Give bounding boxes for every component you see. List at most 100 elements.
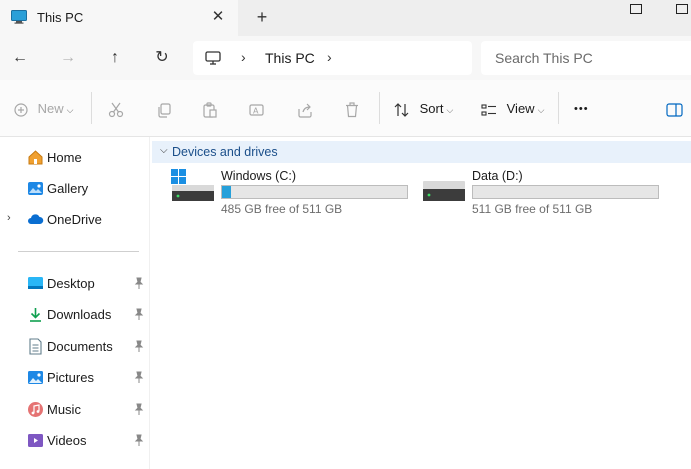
details-pane-icon <box>666 102 683 117</box>
sidebar-item-documents[interactable]: Documents <box>0 335 150 359</box>
share-icon <box>298 103 312 118</box>
gallery-icon <box>28 182 43 195</box>
drive-free-space: 485 GB free of 511 GB <box>221 202 343 216</box>
title-bar: This PC ✕ + <box>0 0 691 36</box>
drive-name: Windows (C:) <box>221 169 297 183</box>
share-button[interactable] <box>297 98 313 120</box>
onedrive-icon <box>28 214 44 224</box>
drive-usage-fill <box>222 186 232 198</box>
address-bar[interactable]: › This PC › <box>193 41 472 75</box>
download-icon <box>30 308 41 322</box>
documents-icon <box>29 338 42 355</box>
sidebar-item-pictures[interactable]: Pictures <box>0 366 150 390</box>
sort-button[interactable]: Sort ⌵ <box>394 98 453 120</box>
sidebar-item-videos[interactable]: Videos <box>0 429 150 453</box>
back-icon[interactable]: ← <box>8 46 32 70</box>
tab-this-pc[interactable]: This PC ✕ <box>0 0 238 36</box>
drive-usage-bar <box>221 185 408 199</box>
sidebar-item-label: OneDrive <box>47 212 102 227</box>
drive-usage-bar <box>472 185 659 199</box>
pin-icon <box>134 308 144 320</box>
plus-icon <box>14 102 28 117</box>
videos-icon <box>28 434 43 447</box>
hard-drive-icon <box>423 181 465 201</box>
monitor-icon <box>205 51 221 65</box>
svg-text:A: A <box>253 106 259 115</box>
drive-name: Data (D:) <box>472 169 523 183</box>
new-tab-icon[interactable]: + <box>252 7 272 27</box>
breadcrumb-separator-icon[interactable]: › <box>327 49 332 65</box>
view-label: View <box>506 101 535 116</box>
cut-button[interactable] <box>108 98 124 120</box>
pin-icon <box>134 340 144 352</box>
sidebar-item-onedrive[interactable]: › OneDrive <box>0 208 150 232</box>
sidebar-item-label: Pictures <box>47 370 94 385</box>
minimize-window-icon[interactable] <box>630 4 642 14</box>
view-button[interactable]: View ⌵ <box>481 98 544 120</box>
this-pc-icon <box>11 10 27 24</box>
refresh-icon[interactable]: ↻ <box>150 46 174 70</box>
search-placeholder: Search This PC <box>495 50 593 66</box>
windows-drive-icon <box>171 169 214 201</box>
sort-icon <box>394 102 409 117</box>
drive-tile-c[interactable]: Windows (C:) 485 GB free of 511 GB <box>170 167 420 219</box>
rename-button[interactable]: A <box>249 98 265 120</box>
sidebar-item-music[interactable]: Music <box>0 398 150 422</box>
group-header-label: Devices and drives <box>172 145 278 159</box>
sidebar-item-label: Gallery <box>47 181 89 196</box>
sidebar-item-label: Documents <box>47 339 113 354</box>
sort-label: Sort <box>419 101 444 116</box>
pin-icon <box>134 403 144 415</box>
toolbar-divider <box>379 92 380 124</box>
up-icon[interactable]: ↑ <box>103 46 127 70</box>
music-icon <box>28 402 43 417</box>
sidebar-divider <box>18 251 139 252</box>
copy-button[interactable] <box>156 98 172 120</box>
delete-icon <box>346 101 358 117</box>
drive-tile-d[interactable]: Data (D:) 511 GB free of 511 GB <box>421 167 671 219</box>
file-content-pane: ⌵ Devices and drives Windows (C:) 485 GB… <box>150 137 691 469</box>
rename-icon: A <box>249 103 264 116</box>
pin-icon <box>134 371 144 383</box>
sidebar-item-label: Videos <box>47 433 87 448</box>
home-icon <box>28 150 43 165</box>
sidebar-item-gallery[interactable]: Gallery <box>0 177 150 201</box>
command-bar: New ⌵ A Sort ⌵ View ⌵ ••• <box>0 80 691 137</box>
paste-icon <box>203 101 217 118</box>
pin-icon <box>134 277 144 289</box>
sidebar-item-downloads[interactable]: Downloads <box>0 303 150 327</box>
sidebar-item-desktop[interactable]: Desktop <box>0 272 150 296</box>
toolbar-divider <box>91 92 92 124</box>
delete-button[interactable] <box>344 98 360 120</box>
group-header-devices[interactable]: ⌵ Devices and drives <box>152 141 691 163</box>
sidebar-item-label: Music <box>47 402 81 417</box>
new-label: New <box>37 101 64 116</box>
sidebar-item-home[interactable]: Home <box>0 146 150 170</box>
more-icon[interactable]: ••• <box>574 98 589 120</box>
pin-icon <box>134 434 144 446</box>
details-pane-button[interactable] <box>666 98 683 120</box>
breadcrumb-this-pc[interactable]: This PC <box>265 50 315 66</box>
tab-title: This PC <box>37 10 84 25</box>
new-button[interactable]: New ⌵ <box>14 98 73 120</box>
view-icon <box>481 104 496 116</box>
breadcrumb-separator-icon[interactable]: › <box>241 49 246 65</box>
sidebar-item-label: Downloads <box>47 307 112 322</box>
navigation-pane: Home Gallery › OneDrive Desktop Download… <box>0 137 150 469</box>
search-input[interactable]: Search This PC <box>481 41 691 75</box>
address-row: ← → ↑ ↻ › This PC › Search This PC <box>0 36 691 80</box>
copy-icon <box>158 102 171 118</box>
drive-free-space: 511 GB free of 511 GB <box>472 202 593 216</box>
toolbar-divider <box>558 92 559 124</box>
forward-icon[interactable]: → <box>56 46 80 70</box>
sidebar-item-label: Desktop <box>47 276 95 291</box>
sidebar-item-label: Home <box>47 150 82 165</box>
close-tab-icon[interactable]: ✕ <box>208 7 228 27</box>
collapse-chevron-icon[interactable]: ⌵ <box>160 145 168 156</box>
maximize-window-icon[interactable] <box>676 4 688 14</box>
desktop-icon <box>28 277 43 289</box>
pictures-icon <box>28 371 43 384</box>
paste-button[interactable] <box>202 98 218 120</box>
expand-chevron-icon[interactable]: › <box>7 212 11 224</box>
cut-icon <box>108 102 124 117</box>
